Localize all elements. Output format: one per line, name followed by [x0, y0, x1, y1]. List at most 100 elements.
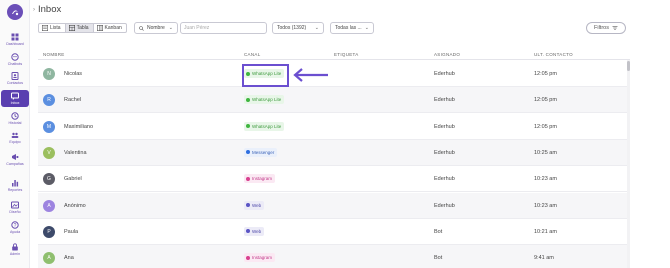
web-icon — [246, 229, 250, 234]
contact-name: Anónimo — [64, 202, 86, 209]
search-field-value: Nombre — [147, 25, 165, 31]
design-icon — [11, 201, 19, 209]
avatar: P — [43, 225, 55, 238]
column-header-last-contact[interactable]: ULT. CONTACTO — [534, 52, 573, 57]
table-row[interactable]: R Rachel WhatsApp Lite Ederhub 12:05 pm — [38, 87, 630, 114]
last-contact-time: 9:41 am — [534, 255, 554, 262]
channel-badge: Web — [244, 200, 265, 210]
view-table-button[interactable]: Tabla — [65, 24, 94, 32]
dashboard-icon — [11, 33, 19, 41]
sidebar-item-diseno[interactable]: Diseño — [1, 201, 29, 219]
status-select[interactable]: Todos (1392) ⌄ — [272, 22, 324, 34]
sidebar-item-label: Equipo — [9, 140, 21, 144]
sidebar-item-dashboard[interactable]: Dashboard — [1, 33, 29, 51]
scrollbar-thumb[interactable] — [627, 61, 630, 71]
last-contact-time: 10:25 am — [534, 149, 557, 156]
inbox-icon — [11, 92, 19, 100]
view-list-button[interactable]: Lista — [39, 24, 66, 32]
column-header-assigned[interactable]: ASIGNADO — [434, 52, 460, 57]
sidebar-item-label: Admin — [9, 252, 21, 256]
channel-label: Instagram — [252, 176, 273, 182]
contact-name: Maximiliano — [64, 123, 94, 130]
last-contact-time: 12:05 pm — [534, 123, 557, 130]
contacts-icon — [11, 72, 19, 80]
sidebar-item-inbox[interactable]: Inbox — [1, 90, 29, 107]
filter-icon — [612, 26, 618, 30]
channel-label: Web — [252, 228, 262, 234]
assigned-agent: Bot — [434, 255, 443, 262]
chatbot-icon — [11, 53, 19, 61]
sidebar-item-label: Diseño — [9, 210, 21, 214]
help-icon: ? — [11, 221, 19, 229]
date-select[interactable]: Todas las ... ⌄ — [330, 22, 374, 34]
sidebar-item-label: Chatbots — [7, 62, 23, 66]
table-row[interactable]: A Anónimo Web Ederhub 10:23 am — [38, 192, 630, 219]
table-row[interactable]: M Maximiliano WhatsApp Lite Ederhub 12:05 pm — [38, 114, 630, 140]
last-contact-time: 10:23 am — [534, 202, 557, 209]
web-icon — [246, 203, 250, 207]
contact-name: Ana — [64, 255, 74, 262]
channel-badge: Messenger — [244, 147, 278, 157]
table-row[interactable]: A Ana Instagram Bot 9:41 am — [38, 245, 630, 268]
sidebar-item-label: Campañas — [6, 162, 24, 166]
avatar: R — [43, 94, 55, 107]
arrow-left-icon — [293, 68, 328, 82]
assigned-agent: Ederhub — [434, 149, 455, 156]
chevron-down-icon: ⌄ — [314, 25, 319, 31]
table-row[interactable]: G Gabriel Instagram Ederhub 10:23 am — [38, 166, 630, 193]
sidebar-item-campanas[interactable]: Campañas — [1, 153, 29, 171]
contact-name: Rachel — [64, 97, 82, 104]
channel-badge: WhatsApp Lite — [244, 95, 285, 105]
view-kanban-label: Kanban — [104, 25, 122, 31]
last-contact-time: 10:21 am — [534, 228, 557, 235]
contact-name: Nicolas — [64, 71, 83, 77]
sidebar-toggle[interactable]: › — [33, 7, 35, 13]
channel-label: Messenger — [252, 149, 275, 155]
channel-badge: WhatsApp Lite — [244, 121, 285, 131]
instagram-icon — [246, 255, 250, 260]
sidebar-item-ayuda[interactable]: ? Ayuda — [1, 221, 29, 239]
avatar: N — [43, 68, 55, 80]
table-row[interactable]: V Valentina Messenger Ederhub 10:25 am — [38, 139, 630, 166]
column-header-tag[interactable]: ETIQUETA — [334, 52, 359, 57]
table-row[interactable]: P Paula Web Bot 10:21 am — [38, 219, 630, 245]
column-header-name[interactable]: NOMBRE — [43, 52, 65, 57]
assigned-agent: Ederhub — [434, 202, 455, 209]
column-header-channel[interactable]: CANAL — [244, 52, 261, 57]
sidebar-item-contactos[interactable]: Contactos — [1, 72, 29, 90]
sidebar-item-label: Historial — [8, 121, 22, 125]
last-contact-time: 12:05 pm — [534, 71, 557, 77]
search-input[interactable] — [180, 22, 267, 34]
status-select-value: Todos (1392) — [277, 25, 307, 31]
view-list-label: Lista — [50, 25, 61, 31]
search-field-select[interactable]: Nombre ⌄ — [134, 22, 178, 34]
whatsapp-icon — [246, 97, 250, 102]
sidebar-item-chatbots[interactable]: Chatbots — [1, 53, 29, 71]
scrollbar-track[interactable] — [627, 60, 630, 268]
app-logo[interactable] — [7, 4, 23, 20]
team-icon — [11, 132, 19, 138]
filters-label: Filtros — [594, 25, 609, 31]
sidebar-item-equipo[interactable]: Equipo — [1, 131, 29, 149]
campaigns-icon — [12, 154, 19, 160]
view-kanban-button[interactable]: Kanban — [94, 24, 126, 32]
assigned-agent: Ederhub — [434, 176, 455, 183]
channel-label: WhatsApp Lite — [252, 97, 282, 103]
channel-label: WhatsApp Lite — [252, 123, 282, 129]
sidebar-item-reportes[interactable]: Reportes — [1, 179, 29, 197]
table-row[interactable]: N Nicolas WhatsApp Lite Ederhub 12:05 pm — [38, 61, 630, 87]
assigned-agent: Ederhub — [434, 71, 455, 77]
avatar: A — [43, 199, 55, 212]
channel-badge: Web — [244, 226, 265, 236]
whatsapp-icon — [246, 124, 250, 129]
sidebar-item-historial[interactable]: Historial — [1, 112, 29, 130]
channel-label: Web — [252, 202, 262, 208]
admin-icon — [12, 243, 18, 251]
chevron-down-icon: ⌄ — [168, 25, 173, 31]
search-icon — [139, 25, 144, 31]
assigned-agent: Ederhub — [434, 123, 455, 130]
filters-button[interactable]: Filtros — [586, 22, 626, 34]
last-contact-time: 10:23 am — [534, 176, 557, 183]
chevron-down-icon: ⌄ — [364, 25, 369, 31]
sidebar-item-admin[interactable]: Admin — [1, 243, 29, 261]
